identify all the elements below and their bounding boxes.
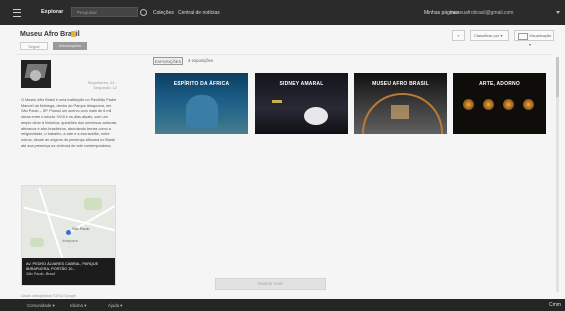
album-cover-art bbox=[523, 99, 534, 110]
header-divider bbox=[16, 54, 551, 55]
album-card[interactable]: SIDNEY AMARAL bbox=[255, 73, 348, 134]
news-center-link[interactable]: Central de notícias bbox=[178, 10, 220, 16]
map-park bbox=[84, 198, 102, 210]
map-pin-icon[interactable] bbox=[66, 230, 71, 235]
info-button[interactable]: Informações bbox=[53, 42, 87, 50]
scrollbar-thumb[interactable] bbox=[556, 57, 559, 97]
grid-view-icon bbox=[518, 33, 528, 40]
map-address: AV. PEDRO ÁLVARES CABRAL, PARQUE IBIRAPU… bbox=[26, 262, 99, 271]
album-cover-art bbox=[304, 107, 328, 125]
chevron-down-icon[interactable] bbox=[556, 11, 560, 14]
community-menu[interactable]: Comunidade ▾ bbox=[27, 303, 55, 309]
explore-menu[interactable]: Explorar bbox=[41, 9, 63, 15]
trophy-icon bbox=[71, 31, 76, 37]
avatar[interactable] bbox=[21, 60, 51, 88]
album-card[interactable]: ARTE, ADORNO bbox=[453, 73, 546, 134]
album-cover-art bbox=[503, 99, 514, 110]
help-menu[interactable]: Ajuda ▾ bbox=[108, 303, 122, 309]
album-cover-art bbox=[391, 105, 409, 119]
sort-dropdown[interactable]: Classificar por ▾ bbox=[470, 30, 509, 41]
map-road bbox=[23, 206, 115, 232]
scrollbar[interactable] bbox=[556, 57, 559, 292]
follow-button[interactable]: Seguir bbox=[20, 42, 48, 50]
album-title: MUSEU AFRO BRASIL bbox=[372, 81, 429, 87]
user-account-menu[interactable]: museuafrobrasil@gmail.com bbox=[450, 10, 513, 16]
follower-counts[interactable]: Seguidores: 22 · Seguindo: 12 bbox=[71, 80, 117, 90]
map-attribution: Dados cartográficos ©2014 Google bbox=[21, 294, 76, 298]
view-dropdown[interactable]: Visualização ▾ bbox=[514, 30, 554, 47]
language-menu[interactable]: Idioma ▾ bbox=[70, 303, 86, 309]
location-map[interactable]: São Paulo Ibirapuera AV. PEDRO ÁLVARES C… bbox=[21, 185, 116, 286]
map-area-label: Ibirapuera bbox=[62, 239, 78, 243]
collections-link[interactable]: Coleções bbox=[153, 10, 174, 16]
profile-description: O Museu Afro Brasil é uma instituição no… bbox=[21, 98, 117, 148]
album-card[interactable]: ESPÍRITO DA ÁFRICA bbox=[155, 73, 248, 134]
albums-count: 4 exposições bbox=[188, 58, 214, 63]
album-cover-art bbox=[483, 99, 494, 110]
footer-bar: Comunidade ▾ Idioma ▾ Ajuda ▾ Cmm bbox=[0, 299, 565, 311]
album-cover-art bbox=[186, 95, 218, 128]
menu-icon[interactable] bbox=[13, 9, 21, 17]
album-cover-art bbox=[272, 100, 282, 103]
map-park bbox=[30, 238, 44, 247]
load-more-button[interactable]: Mostrar mais bbox=[215, 278, 326, 290]
album-title: ESPÍRITO DA ÁFRICA bbox=[173, 81, 230, 87]
album-title: ARTE, ADORNO bbox=[479, 81, 520, 87]
map-place[interactable]: São Paulo, Brasil bbox=[26, 272, 113, 277]
search-icon[interactable] bbox=[140, 9, 147, 16]
map-city-label: São Paulo bbox=[72, 227, 90, 231]
album-title: SIDNEY AMARAL bbox=[279, 81, 324, 87]
back-button[interactable]: « bbox=[452, 30, 465, 41]
map-address-caption: AV. PEDRO ÁLVARES CABRAL, PARQUE IBIRAPU… bbox=[22, 258, 115, 285]
map-road bbox=[38, 187, 64, 260]
album-card[interactable]: MUSEU AFRO BRASIL bbox=[354, 73, 447, 134]
avatar-art-detail bbox=[30, 70, 41, 81]
album-cover-art bbox=[463, 99, 474, 110]
top-navigation-bar: Explorar Pesquisar Coleções Central de n… bbox=[0, 0, 565, 25]
footer-logo[interactable]: Cmm bbox=[549, 302, 561, 308]
albums-tag[interactable]: EXPOSIÇÕES bbox=[153, 57, 183, 65]
view-dropdown-label: Visualização ▾ bbox=[529, 33, 552, 47]
search-input[interactable]: Pesquisar bbox=[71, 7, 138, 17]
